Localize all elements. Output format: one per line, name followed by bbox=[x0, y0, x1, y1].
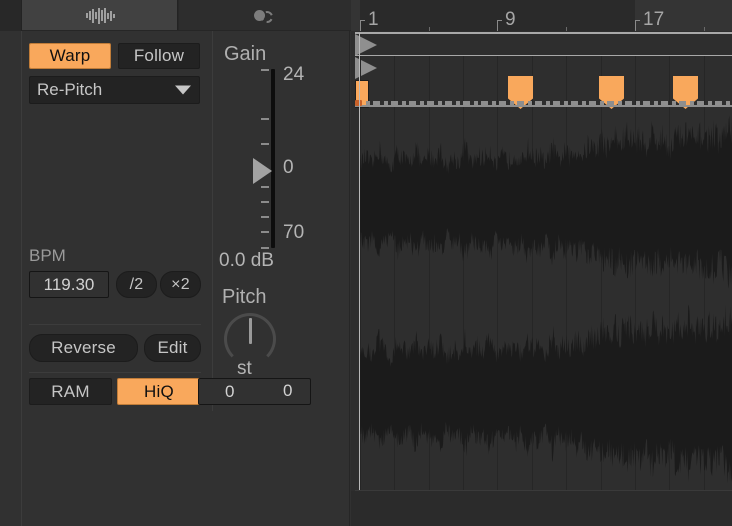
tabbar-left-edge bbox=[21, 0, 22, 31]
reverse-button[interactable]: Reverse bbox=[29, 334, 138, 362]
gain-scale-mid: 0 bbox=[283, 157, 294, 178]
bpm-label: BPM bbox=[29, 246, 66, 265]
loop-top-line bbox=[355, 33, 732, 34]
panel-right-divider bbox=[349, 31, 350, 526]
gain-scale-bottom: 70 bbox=[283, 222, 305, 243]
gain-tick bbox=[261, 186, 269, 188]
waveform-display[interactable]: 1 9 17 bbox=[351, 0, 732, 526]
transient-markers bbox=[355, 101, 732, 106]
gain-tick bbox=[261, 118, 269, 120]
gain-tick bbox=[261, 69, 269, 71]
gain-tick bbox=[261, 216, 269, 218]
gain-scale-top: 24 bbox=[283, 64, 305, 85]
timeline-ruler[interactable]: 1 9 17 bbox=[351, 0, 732, 31]
gain-label: Gain bbox=[224, 43, 267, 65]
hiq-button[interactable]: HiQ bbox=[117, 378, 201, 405]
separator-2 bbox=[29, 372, 201, 373]
bpm-half-button[interactable]: /2 bbox=[116, 271, 157, 298]
loop-bottom-line bbox=[355, 55, 732, 56]
sample-controls-panel: Warp Follow Re-Pitch BPM 119.30 /2 ×2 Re… bbox=[0, 31, 351, 526]
gain-tick bbox=[261, 247, 269, 249]
waveform-footer bbox=[351, 491, 732, 526]
gain-slider-handle[interactable] bbox=[253, 158, 272, 184]
ram-button[interactable]: RAM bbox=[29, 378, 112, 405]
separator-1 bbox=[29, 324, 201, 325]
waveform-channel-1 bbox=[351, 110, 732, 293]
edit-button[interactable]: Edit bbox=[144, 334, 201, 362]
chevron-down-icon bbox=[175, 85, 191, 95]
ruler-mark: 1 bbox=[368, 9, 379, 30]
warp-button[interactable]: Warp bbox=[29, 43, 111, 69]
bpm-field[interactable]: 119.30 bbox=[29, 271, 109, 298]
panel-mid-divider bbox=[212, 31, 213, 411]
pitch-fine-field[interactable]: 0 bbox=[283, 381, 292, 401]
pitch-label: Pitch bbox=[222, 286, 267, 308]
ruler-mark: 9 bbox=[505, 9, 516, 30]
tab-envelopes[interactable] bbox=[179, 0, 351, 31]
gain-tick bbox=[261, 143, 269, 145]
warp-mode-select[interactable]: Re-Pitch bbox=[29, 76, 200, 104]
bpm-double-button[interactable]: ×2 bbox=[160, 271, 201, 298]
gain-tick bbox=[261, 201, 269, 203]
pitch-coarse-field[interactable]: 0 bbox=[198, 378, 311, 405]
panel-left-divider bbox=[21, 31, 22, 526]
gain-readout: 0.0 dB bbox=[219, 250, 274, 271]
waveform-channel-2 bbox=[351, 296, 732, 490]
clip-view: Warp Follow Re-Pitch BPM 119.30 /2 ×2 Re… bbox=[0, 0, 732, 526]
waveform-icon bbox=[85, 7, 115, 24]
tab-bar bbox=[0, 0, 351, 31]
gain-tick bbox=[261, 231, 269, 233]
tab-sample[interactable] bbox=[22, 0, 178, 31]
ruler-mark: 17 bbox=[643, 9, 665, 30]
envelopes-icon bbox=[254, 8, 276, 24]
warp-mode-value: Re-Pitch bbox=[37, 80, 103, 99]
pitch-unit-label: st bbox=[237, 358, 252, 379]
follow-button[interactable]: Follow bbox=[118, 43, 200, 69]
